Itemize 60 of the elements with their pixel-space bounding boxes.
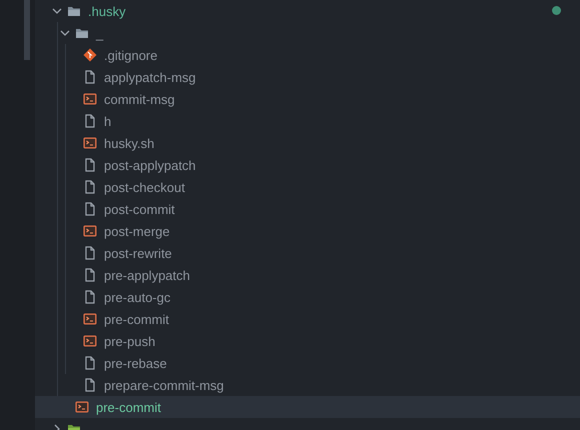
file-icon: [83, 378, 97, 392]
file-name: .husky: [88, 4, 126, 18]
tree-item[interactable]: applypatch-msg: [35, 66, 580, 88]
file-name: post-commit: [104, 202, 175, 216]
file-name: pre-push: [104, 334, 156, 348]
file-icon: [83, 356, 97, 370]
tree-item[interactable]: .gitignore: [35, 44, 580, 66]
file-icon: [83, 158, 97, 172]
file-name: husky.sh: [104, 136, 154, 150]
file-name: applypatch-msg: [104, 70, 196, 84]
terminal-icon: [83, 92, 97, 106]
file-icon: [83, 268, 97, 282]
tree-item[interactable]: husky.sh: [35, 132, 580, 154]
tree-item[interactable]: pre-auto-gc: [35, 286, 580, 308]
file-icon: [83, 70, 97, 84]
git-icon: [83, 48, 97, 62]
file-name: pre-auto-gc: [104, 290, 170, 304]
terminal-icon: [83, 334, 97, 348]
tree-item[interactable]: .husky: [35, 0, 580, 22]
tree-item[interactable]: post-merge: [35, 220, 580, 242]
tree-item[interactable]: prepare-commit-msg: [35, 374, 580, 396]
terminal-icon: [83, 312, 97, 326]
file-icon: [83, 290, 97, 304]
folder-icon: [67, 4, 81, 18]
tree-item[interactable]: pre-rebase: [35, 352, 580, 374]
tree-item[interactable]: pre-push: [35, 330, 580, 352]
tree-item[interactable]: pre-commit: [35, 396, 580, 418]
tree-item[interactable]: _: [35, 22, 580, 44]
file-name: pre-applypatch: [104, 268, 190, 282]
file-name: _: [96, 26, 104, 40]
file-icon: [83, 246, 97, 260]
tree-item[interactable]: post-commit: [35, 198, 580, 220]
file-name: commit-msg: [104, 92, 175, 106]
tree-item[interactable]: post-rewrite: [35, 242, 580, 264]
tree-item[interactable]: commit-msg: [35, 88, 580, 110]
tree-item[interactable]: post-checkout: [35, 176, 580, 198]
file-name: post-rewrite: [104, 246, 172, 260]
scrollbar[interactable]: [24, 0, 30, 60]
file-name: pre-commit: [104, 312, 170, 326]
file-name: post-applypatch: [104, 158, 196, 172]
file-icon: [83, 114, 97, 128]
chevron-icon[interactable]: [52, 6, 62, 16]
file-name: post-merge: [104, 224, 170, 238]
terminal-icon: [83, 136, 97, 150]
tree-item[interactable]: post-applypatch: [35, 154, 580, 176]
tree-item[interactable]: pre-commit: [35, 308, 580, 330]
file-icon: [83, 202, 97, 216]
file-name: prepare-commit-msg: [104, 378, 224, 392]
file-name: h: [104, 114, 112, 128]
file-name: post-checkout: [104, 180, 185, 194]
chevron-icon[interactable]: [60, 28, 70, 38]
terminal-icon: [83, 224, 97, 238]
terminal-icon: [75, 400, 89, 414]
tree-item[interactable]: h: [35, 110, 580, 132]
file-name: .gitignore: [104, 48, 158, 62]
file-icon: [83, 180, 97, 194]
file-name: pre-commit: [96, 400, 162, 414]
tree-item[interactable]: pre-applypatch: [35, 264, 580, 286]
folder-icon: [75, 26, 89, 40]
file-name: pre-rebase: [104, 356, 167, 370]
